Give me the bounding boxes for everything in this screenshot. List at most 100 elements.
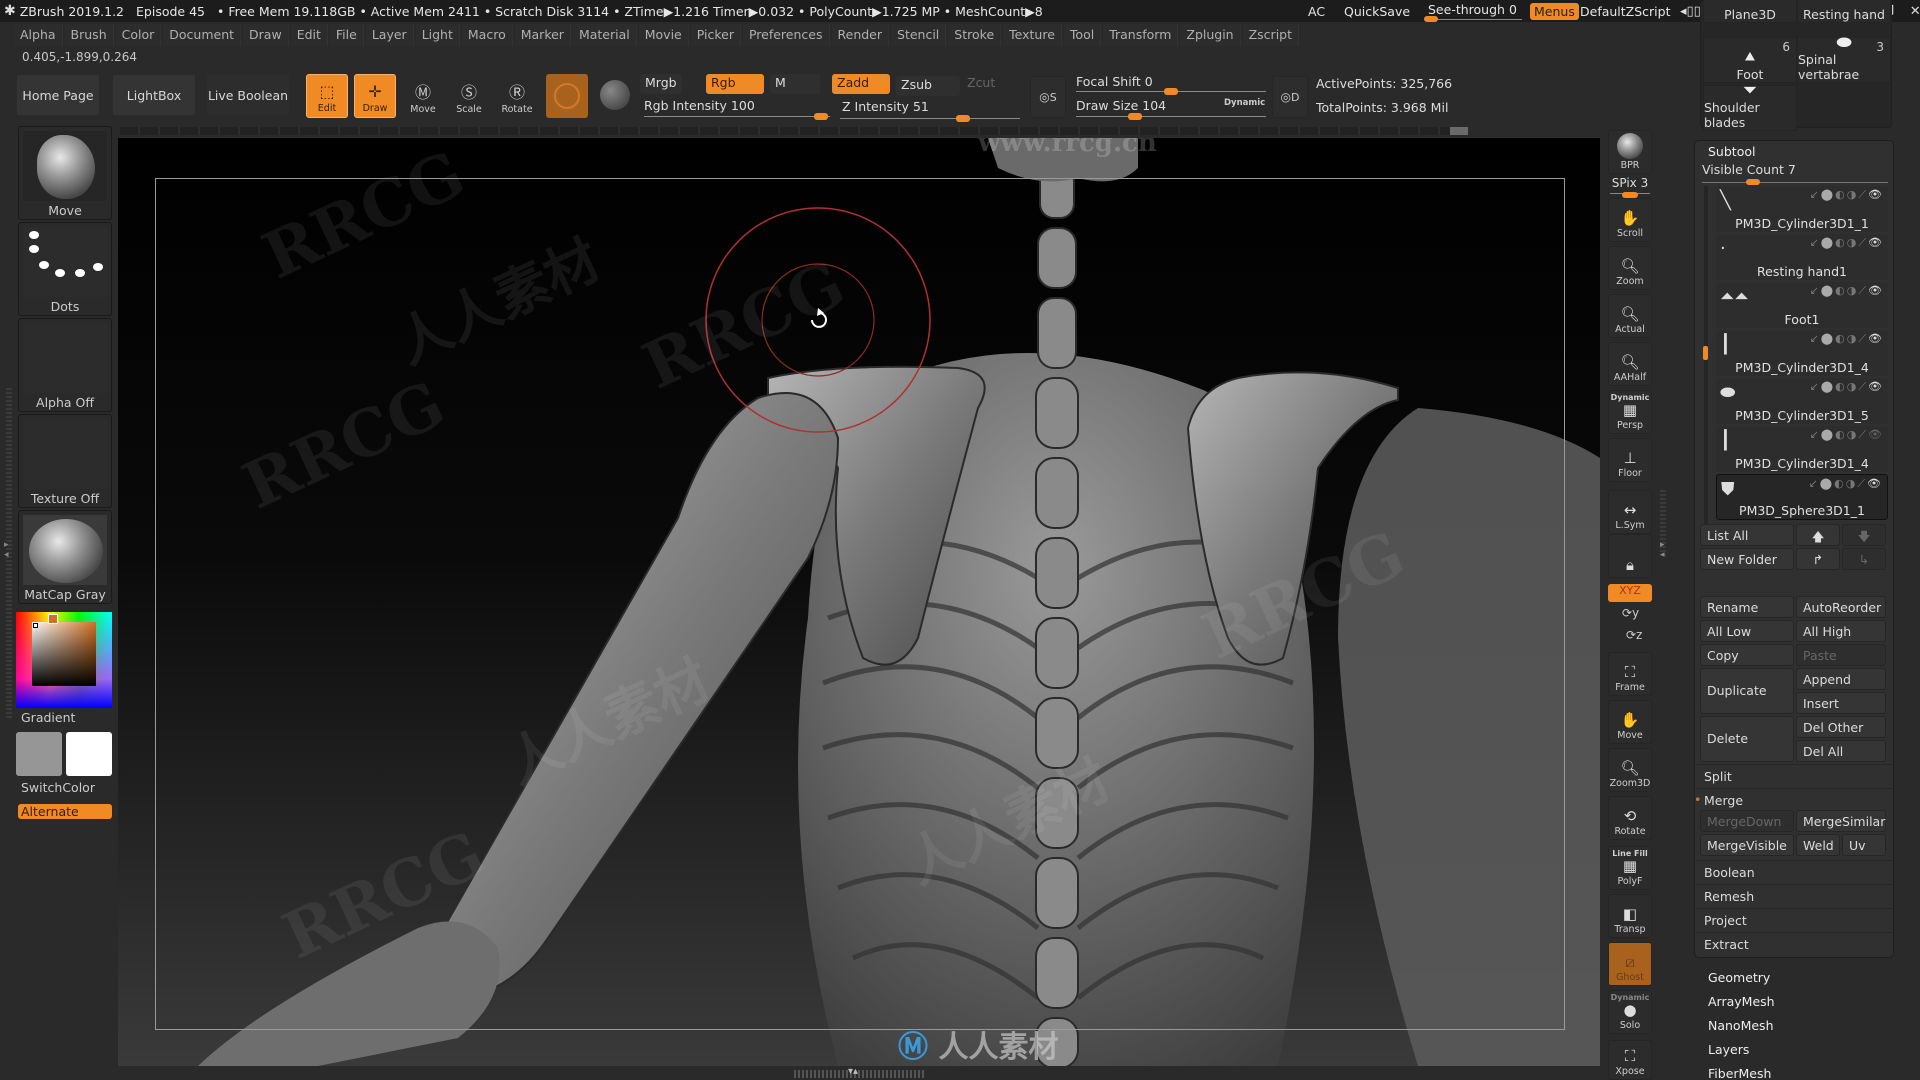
menu-tool[interactable]: Tool: [1063, 24, 1102, 46]
visibility-eye-icon[interactable]: 👁︎: [1868, 284, 1884, 297]
menu-stroke[interactable]: Stroke: [948, 24, 1002, 46]
menu-stencil[interactable]: Stencil: [891, 24, 947, 46]
subtool-scroll-thumb[interactable]: [1703, 346, 1708, 360]
folder-icon[interactable]: ↙: [1810, 428, 1821, 441]
subtool-item[interactable]: · ↙⬤◐◑⟋👁︎ Resting hand1: [1716, 234, 1888, 280]
move-down-button[interactable]: 🡇: [1842, 524, 1886, 546]
fibermesh-menu[interactable]: FiberMesh: [1708, 1066, 1771, 1080]
move-3d-button[interactable]: ✋ Move: [1608, 700, 1652, 744]
geometry-menu[interactable]: Geometry: [1708, 970, 1770, 985]
horizontal-scroll-thumb[interactable]: [1450, 127, 1468, 135]
all-high-button[interactable]: All High: [1796, 620, 1886, 642]
lazy-mouse-d-button[interactable]: ◎ D: [1272, 76, 1308, 118]
zcut-button[interactable]: Zcut: [962, 74, 1000, 94]
boolean-section[interactable]: Boolean: [1696, 860, 1892, 884]
draw-size-knob[interactable]: [1128, 113, 1142, 120]
uv-toggle[interactable]: Uv: [1842, 834, 1886, 856]
menu-file[interactable]: File: [329, 24, 364, 46]
list-all-button[interactable]: List All: [1700, 524, 1794, 546]
folder-icon[interactable]: ↙: [1810, 332, 1821, 345]
visibility-eye-icon[interactable]: 👁︎: [1868, 236, 1884, 249]
menu-material[interactable]: Material: [572, 24, 637, 46]
tool-foot[interactable]: 6 ⯅ Foot: [1703, 37, 1797, 83]
subtool-title[interactable]: Subtool: [1708, 144, 1755, 159]
menu-picker[interactable]: Picker: [690, 24, 741, 46]
visibility-eye-icon[interactable]: 👁︎: [1868, 188, 1884, 201]
focal-shift-knob[interactable]: [1164, 88, 1178, 95]
collapse-bottom-tray-icon[interactable]: ▾▴: [848, 1066, 858, 1077]
polypaint-toggle-icon[interactable]: ⬤: [1821, 284, 1835, 297]
rotate-z-icon[interactable]: ⟳z: [1626, 628, 1642, 642]
menu-render[interactable]: Render: [831, 24, 890, 46]
scroll-button[interactable]: ✋ Scroll: [1608, 198, 1652, 242]
gradient-label[interactable]: Gradient: [18, 710, 112, 725]
polypaint-toggle-icon[interactable]: ⬤: [1821, 380, 1835, 393]
polypaint-toggle-icon[interactable]: ⬤: [1821, 332, 1835, 345]
ac-button[interactable]: AC: [1308, 0, 1325, 22]
split-section[interactable]: Split: [1696, 764, 1892, 788]
merge-section[interactable]: • Merge: [1694, 788, 1892, 812]
visibility-eye-icon[interactable]: 👁︎: [1868, 380, 1884, 393]
color-marker[interactable]: [33, 623, 38, 628]
dynamic-toggle-icon[interactable]: ◑: [1847, 428, 1859, 441]
material-toggle-icon[interactable]: ◐: [1835, 332, 1847, 345]
collapse-left-tray-icon[interactable]: ▸ ◂: [4, 540, 9, 560]
home-page-button[interactable]: Home Page: [16, 74, 100, 116]
material-toggle-icon[interactable]: ◐: [1835, 236, 1847, 249]
live-boolean-button[interactable]: Live Boolean: [206, 74, 290, 116]
nanomesh-menu[interactable]: NanoMesh: [1708, 1018, 1774, 1033]
see-through-slider[interactable]: See-through 0: [1424, 0, 1524, 22]
hue-marker[interactable]: [48, 614, 58, 624]
weld-toggle[interactable]: Weld: [1796, 834, 1840, 856]
menu-zscript[interactable]: Zscript: [1242, 24, 1300, 46]
append-button[interactable]: Append: [1796, 668, 1886, 690]
spotlight-sphere-icon[interactable]: [600, 80, 630, 110]
menu-preferences[interactable]: Preferences: [742, 24, 830, 46]
rgb-button[interactable]: Rgb: [706, 74, 764, 94]
menu-texture[interactable]: Texture: [1003, 24, 1062, 46]
see-through-knob[interactable]: [1424, 16, 1438, 22]
ghost-button[interactable]: ⧄ Ghost: [1608, 942, 1652, 986]
delete-button[interactable]: Delete: [1700, 716, 1794, 762]
tool-plane3d[interactable]: Plane3D: [1703, 0, 1797, 23]
draw-mode-button[interactable]: ✛ Draw: [354, 74, 396, 118]
actual-button[interactable]: 🔍︎ Actual: [1608, 294, 1652, 338]
brush-toggle-icon[interactable]: ⟋: [1858, 380, 1868, 393]
zadd-button[interactable]: Zadd: [832, 74, 890, 94]
material-toggle-icon[interactable]: ◐: [1834, 477, 1846, 490]
dynamic-size-toggle[interactable]: Dynamic: [1224, 98, 1265, 108]
menu-movie[interactable]: Movie: [638, 24, 689, 46]
bottom-scroll-handle[interactable]: [794, 1070, 924, 1078]
horizontal-scroll-strip[interactable]: [120, 127, 1460, 135]
color-picker[interactable]: [16, 612, 112, 708]
layers-menu[interactable]: Layers: [1708, 1042, 1749, 1057]
polyframe-button[interactable]: Line Fill ▦ PolyF: [1608, 846, 1652, 890]
del-other-button[interactable]: Del Other: [1796, 716, 1886, 738]
menus-button[interactable]: Menus: [1530, 2, 1579, 20]
scale-mode-button[interactable]: Ⓢ Scale: [448, 74, 490, 118]
menu-zplugin[interactable]: Zplugin: [1180, 24, 1241, 46]
dynamic-toggle-icon[interactable]: ◑: [1846, 477, 1858, 490]
rgb-intensity-track[interactable]: [644, 116, 830, 117]
merge-similar-button[interactable]: MergeSimilar: [1796, 810, 1886, 832]
material-toggle-icon[interactable]: ◐: [1835, 380, 1847, 393]
menu-marker[interactable]: Marker: [514, 24, 571, 46]
material-slot[interactable]: MatCap Gray: [18, 510, 112, 604]
brush-toggle-icon[interactable]: ⟋: [1858, 236, 1868, 249]
polypaint-toggle-icon[interactable]: ⬤: [1820, 477, 1834, 490]
subtool-item[interactable]: ┃ ↙⬤◐◑⟋👁︎ PM3D_Cylinder3D1_4: [1716, 426, 1888, 472]
menu-color[interactable]: Color: [115, 24, 162, 46]
rotate-xyz-button[interactable]: XYZ: [1608, 584, 1652, 602]
folder-icon[interactable]: ↙: [1809, 477, 1820, 490]
menu-document[interactable]: Document: [163, 24, 242, 46]
rotate-y-icon[interactable]: ⟳y: [1622, 606, 1639, 620]
arraymesh-menu[interactable]: ArrayMesh: [1708, 994, 1775, 1009]
rotate-3d-button[interactable]: ⟲ Rotate: [1608, 796, 1652, 840]
material-preview-button[interactable]: [546, 74, 588, 118]
floor-button[interactable]: ⊥ Floor: [1608, 438, 1652, 482]
frame-button[interactable]: ⛶ Frame: [1608, 652, 1652, 696]
folder-icon[interactable]: ↙: [1810, 284, 1821, 297]
edit-mode-button[interactable]: ⬚ Edit: [306, 74, 348, 118]
brush-toggle-icon[interactable]: ⟋: [1857, 477, 1867, 490]
new-folder-button[interactable]: New Folder: [1700, 548, 1794, 570]
